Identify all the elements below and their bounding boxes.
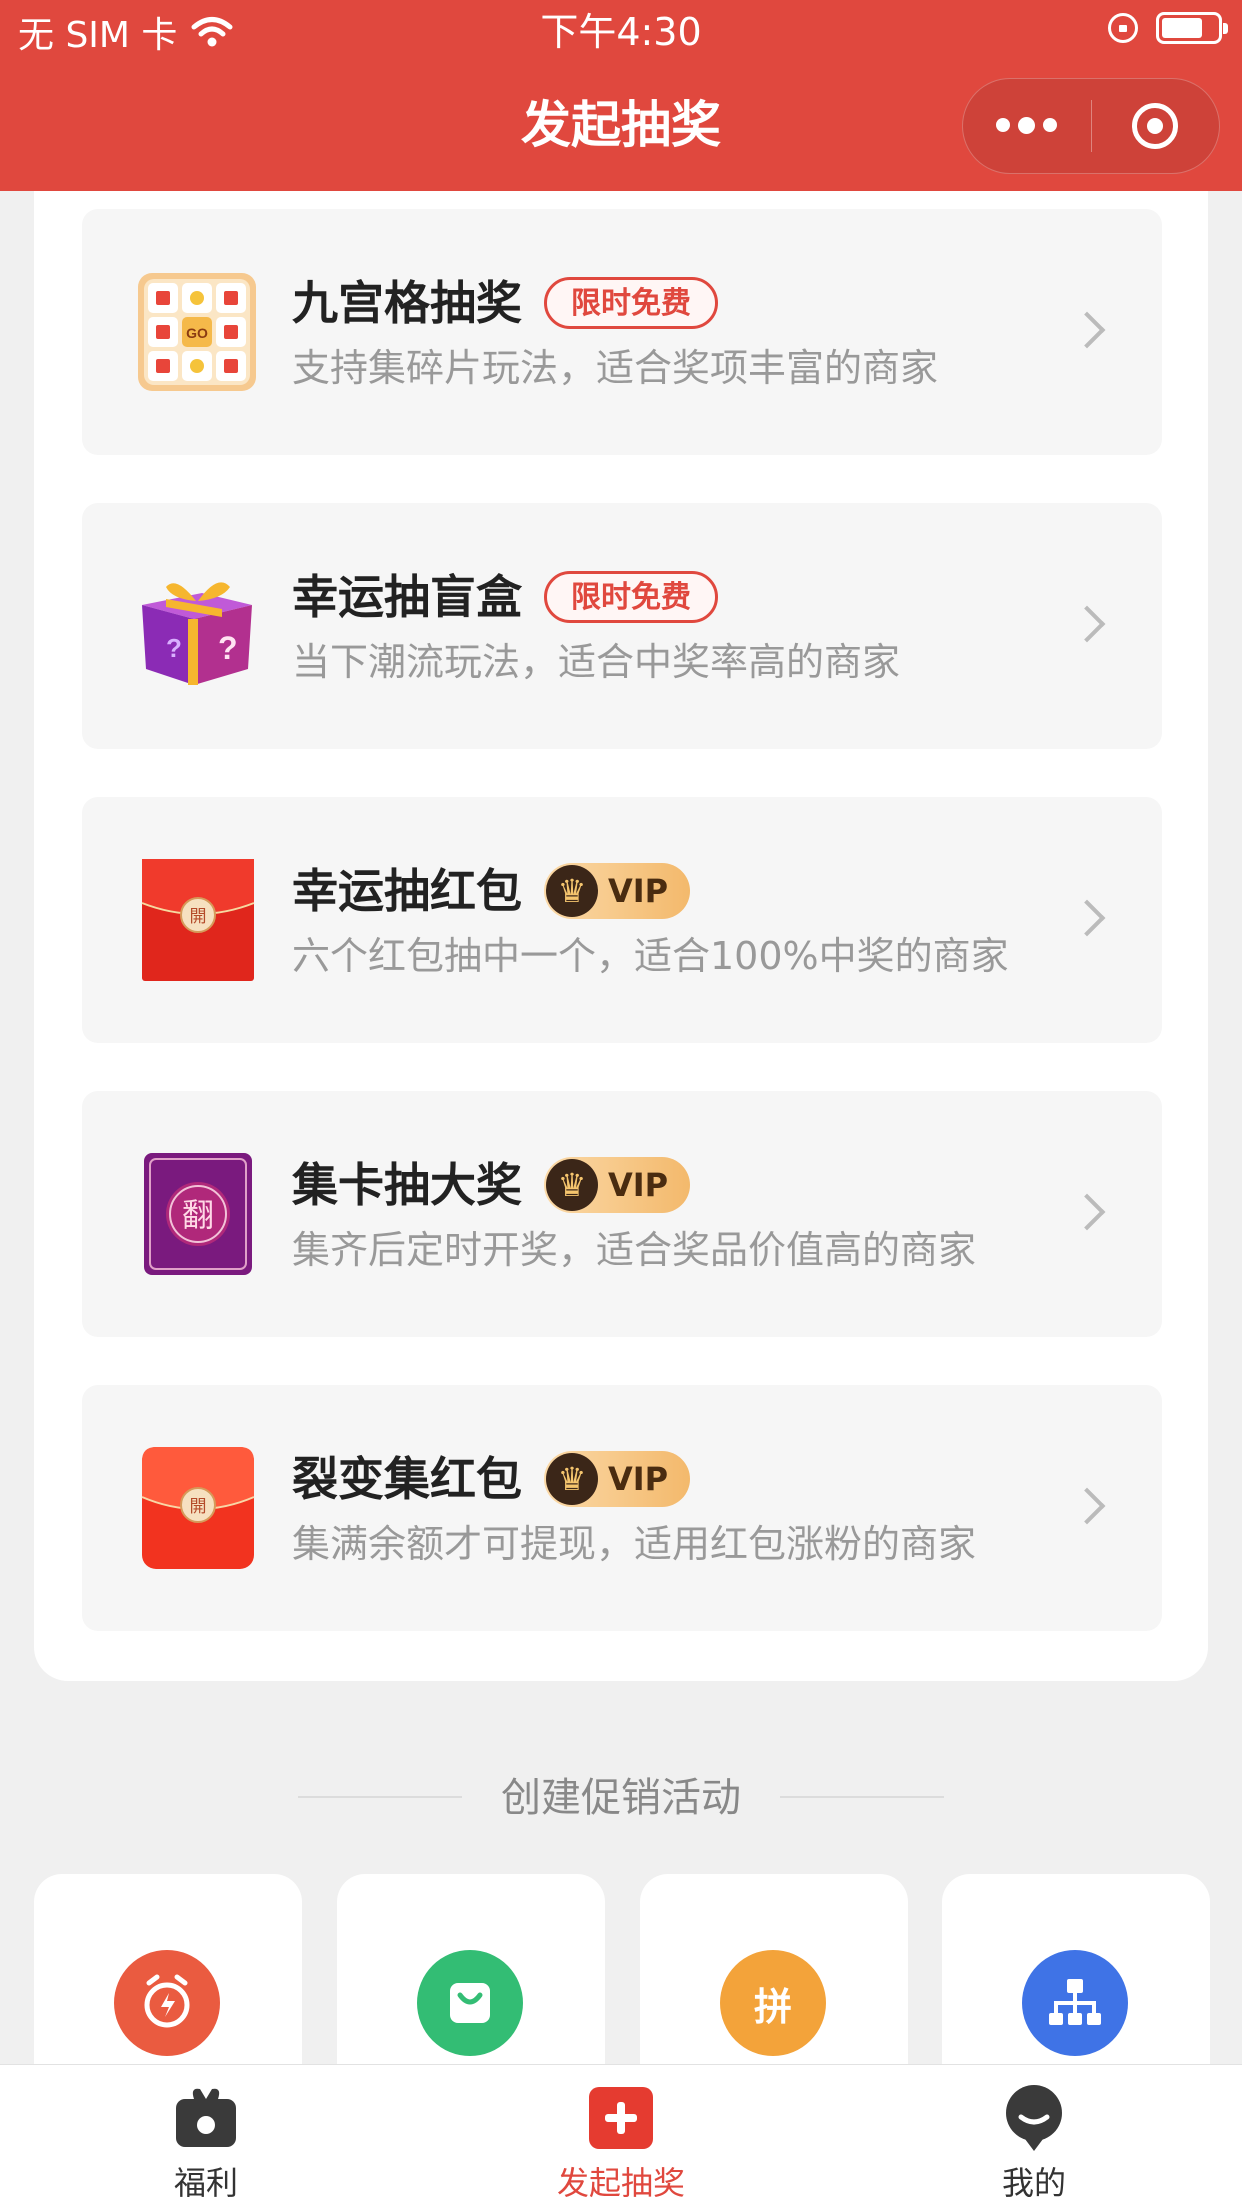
card-title: 幸运抽红包 (292, 864, 522, 918)
tab-label: 发起抽奖 (556, 2164, 685, 2202)
shopping-bag-icon (417, 1950, 523, 2056)
card-title: 集卡抽大奖 (292, 1158, 522, 1212)
tab-label: 福利 (173, 2164, 238, 2202)
free-badge: 限时免费 (544, 277, 718, 329)
battery-icon (1156, 12, 1228, 44)
more-dots-icon (996, 117, 1058, 134)
tab-mine[interactable]: 我的 (884, 2065, 1184, 2209)
vip-label: VIP (608, 872, 669, 910)
more-button[interactable] (963, 78, 1091, 174)
lottery-card-fission-red-packet[interactable]: 開 裂变集红包 ♛ VIP 集满余额才可提现，适用红包涨粉的商家 (82, 1385, 1162, 1631)
card-description: 六个红包抽中一个，适合100%中奖的商家 (292, 934, 1009, 978)
rotation-lock-icon (1108, 13, 1138, 43)
card-title: 裂变集红包 (292, 1452, 522, 1506)
svg-text:翻: 翻 (182, 1196, 214, 1234)
crown-icon: ♛ (546, 1159, 598, 1211)
status-time: 下午4:30 (540, 10, 702, 54)
mini-program-capsule (962, 78, 1220, 174)
lottery-panel: GO 九宫格抽奖 限时免费 支持集碎片玩法，适合奖项丰富的商家 ? ? 幸运抽盲… (34, 191, 1208, 1681)
gift-box-icon: ? ? (142, 582, 252, 685)
nine-grid-icon: GO (138, 273, 256, 391)
chevron-right-icon (1068, 1487, 1106, 1525)
lottery-card-blind-box[interactable]: ? ? 幸运抽盲盒 限时免费 当下潮流玩法，适合中奖率高的商家 (82, 503, 1162, 749)
flip-card-icon: 翻 (144, 1153, 252, 1275)
tab-start-lottery[interactable]: 发起抽奖 (471, 2065, 771, 2209)
chevron-right-icon (1068, 1193, 1106, 1231)
chevron-right-icon (1068, 311, 1106, 349)
org-chart-icon (1022, 1950, 1128, 2056)
svg-text:GO: GO (186, 325, 208, 341)
chevron-right-icon (1068, 605, 1106, 643)
crown-icon: ♛ (546, 865, 598, 917)
red-packet-icon: 開 (141, 1447, 255, 1569)
svg-text:?: ? (218, 630, 238, 666)
card-description: 集满余额才可提现，适用红包涨粉的商家 (292, 1522, 977, 1566)
vip-badge: ♛ VIP (544, 1157, 691, 1213)
status-right (1108, 12, 1228, 44)
svg-text:開: 開 (190, 907, 207, 927)
profile-icon (1006, 2085, 1062, 2151)
card-description: 集齐后定时开奖，适合奖品价值高的商家 (292, 1228, 977, 1272)
lottery-card-collect-cards[interactable]: 翻 集卡抽大奖 ♛ VIP 集齐后定时开奖，适合奖品价值高的商家 (82, 1091, 1162, 1337)
chevron-right-icon (1068, 899, 1106, 937)
tab-welfare[interactable]: 福利 (56, 2065, 356, 2209)
vip-badge: ♛ VIP (544, 1451, 691, 1507)
svg-text:開: 開 (190, 1497, 207, 1517)
card-title: 九宫格抽奖 (292, 276, 522, 330)
vip-label: VIP (608, 1460, 669, 1498)
lottery-card-red-envelope[interactable]: 開 幸运抽红包 ♛ VIP 六个红包抽中一个，适合100%中奖的商家 (82, 797, 1162, 1043)
vip-label: VIP (608, 1166, 669, 1204)
close-button[interactable] (1091, 78, 1219, 174)
tab-bar: 福利 发起抽奖 我的 (0, 2064, 1242, 2209)
card-description: 当下潮流玩法，适合中奖率高的商家 (292, 640, 901, 684)
lottery-card-nine-grid[interactable]: GO 九宫格抽奖 限时免费 支持集碎片玩法，适合奖项丰富的商家 (82, 209, 1162, 455)
top-bar: 无 SIM 卡 下午4:30 发起抽奖 (0, 0, 1242, 191)
crown-icon: ♛ (546, 1453, 598, 1505)
free-badge: 限时免费 (544, 571, 718, 623)
card-title: 幸运抽盲盒 (292, 570, 522, 624)
target-icon (1132, 103, 1179, 149)
plus-icon (589, 2087, 653, 2149)
section-title: 创建促销活动 (501, 1775, 741, 1821)
vip-badge: ♛ VIP (544, 863, 691, 919)
red-envelope-icon: 開 (141, 859, 255, 981)
group-buy-icon: 拼 (720, 1950, 826, 2056)
alarm-flash-icon (114, 1950, 220, 2056)
group-buy-glyph: 拼 (753, 1984, 792, 2029)
svg-text:?: ? (166, 633, 182, 663)
tab-label: 我的 (1001, 2164, 1066, 2202)
section-divider-right (780, 1796, 944, 1798)
gift-icon (176, 2088, 236, 2147)
card-description: 支持集碎片玩法，适合奖项丰富的商家 (292, 346, 939, 390)
